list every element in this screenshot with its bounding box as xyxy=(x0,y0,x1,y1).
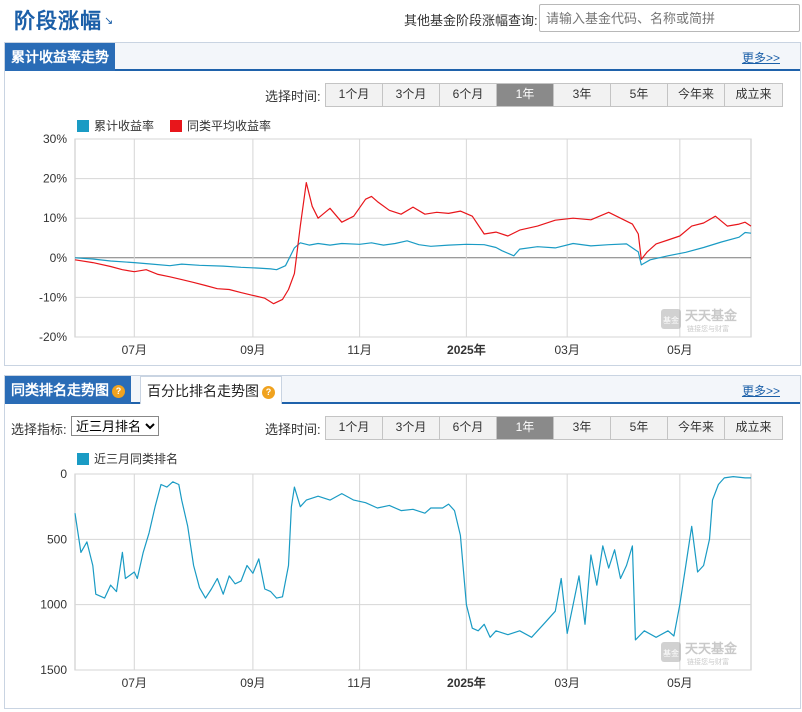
plot-area xyxy=(74,473,752,671)
y-tick-label: 30% xyxy=(43,132,67,146)
watermark-badge-text: 基金 xyxy=(663,648,679,658)
x-tick-label: 2025年 xyxy=(447,342,486,357)
y-tick-label: 1000 xyxy=(40,598,67,612)
watermark-subtext: 链接您与财富 xyxy=(687,324,729,333)
y-tick-label: 0 xyxy=(60,467,67,481)
y-tick-label: 20% xyxy=(43,172,67,186)
x-tick-label: 07月 xyxy=(122,343,147,357)
cumulative-return-panel: 累计收益率走势 更多>> 选择时间: 1个月 3个月 6个月 1年 3年 5年 今年来 成立来… xyxy=(4,42,801,366)
y-tick-label: 1500 xyxy=(40,663,67,677)
corner-arrow-icon[interactable]: ↘ xyxy=(104,14,113,27)
x-tick-label: 09月 xyxy=(240,676,265,690)
watermark-subtext: 链接您与财富 xyxy=(687,657,729,666)
watermark-text: 天天基金 xyxy=(685,641,738,656)
x-tick-label: 11月 xyxy=(347,343,371,357)
y-tick-label: -20% xyxy=(39,330,67,344)
x-tick-label: 07月 xyxy=(122,676,147,690)
fund-query-label: 其他基金阶段涨幅查询: xyxy=(404,13,538,28)
fund-query-input[interactable] xyxy=(539,4,800,32)
peer-rank-chart: 0 500 1000 1500 07月 09月 11月 2025年 03月 05月 基金 天天基金链接… xyxy=(40,467,752,690)
x-tick-label: 2025年 xyxy=(447,675,486,690)
y-tick-label: 0% xyxy=(50,251,68,265)
watermark-badge-text: 基金 xyxy=(663,315,679,325)
x-tick-label: 05月 xyxy=(667,343,692,357)
y-tick-label: 500 xyxy=(47,532,67,546)
header: 阶段涨幅 ↘ 其他基金阶段涨幅查询: xyxy=(0,0,802,38)
peer-rank-panel: 同类排名走势图? 百分比排名走势图? 更多>> 选择指标: 近三月排名 选择时间… xyxy=(4,375,801,709)
watermark-text: 天天基金 xyxy=(685,308,738,323)
x-tick-label: 05月 xyxy=(667,676,692,690)
y-tick-label: -10% xyxy=(39,290,67,304)
cumulative-return-chart: 30% 20% 10% 0% -10% -20% 07月 09月 11月 2025年 03月 05月 基… xyxy=(39,132,752,357)
page-title: 阶段涨幅 xyxy=(14,10,102,33)
y-tick-label: 10% xyxy=(43,211,67,225)
x-tick-label: 11月 xyxy=(347,676,371,690)
x-tick-label: 03月 xyxy=(554,343,579,357)
plot-area xyxy=(74,138,752,338)
x-tick-label: 03月 xyxy=(554,676,579,690)
x-tick-label: 09月 xyxy=(240,343,265,357)
